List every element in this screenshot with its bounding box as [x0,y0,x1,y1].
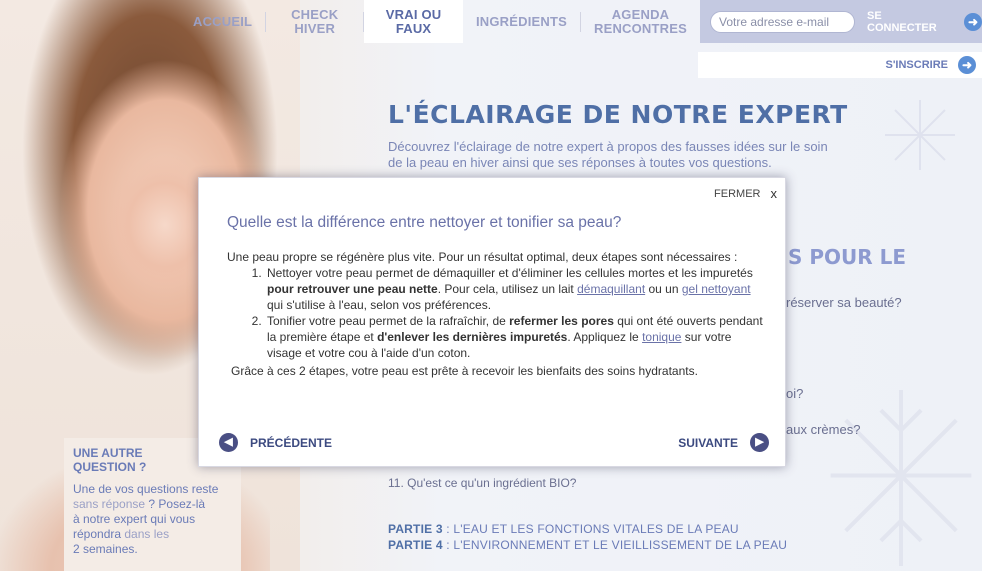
page-intro: Découvrez l'éclairage de notre expert à … [388,139,828,170]
email-input[interactable] [710,10,855,33]
part-3-link[interactable]: PARTIE 3 : L'EAU ET LES FONCTIONS VITALE… [388,522,739,536]
question-link-partial[interactable]: oi? [786,386,803,401]
part-4-text: : L'ENVIRONNEMENT ET LE VIEILLISSEMENT D… [442,538,788,552]
step1-bold: pour retrouver une peau nette [267,282,438,296]
arrow-right-icon: ▶ [750,433,769,452]
ask-line-3: à notre expert qui vous [73,512,196,526]
answer-step-2: Tonifier votre peau permet de la rafraîc… [265,313,767,361]
part-3-label: PARTIE 3 [388,522,443,536]
modal-navigation: ◀ PRÉCÉDENTE SUIVANTE ▶ [219,433,769,452]
register-link[interactable]: S'INSCRIRE [885,59,948,71]
nav-agenda-line1: AGENDA [611,6,670,22]
step2-bold-1: refermer les pores [509,314,614,328]
answer-intro: Une peau propre se régénère plus vite. P… [227,250,738,264]
ask-line-4-a: répondra [73,527,122,541]
step2-text-e: . Appliquez le [567,330,643,344]
question-link-partial[interactable]: aux crèmes? [786,422,860,437]
login-bar: SE CONNECTER ➜ [700,0,982,43]
nav-vrai-ou-faux[interactable]: VRAI OU FAUX [364,0,463,43]
step2-bold-2: d'enlever les dernières impuretés [377,330,568,344]
step1-text-e: qui s'utilise à l'eau, selon vos préfére… [267,298,492,312]
sans-reponse-link[interactable]: sans réponse [73,497,145,511]
step1-text-c: . Pour cela, utilisez un lait [437,282,578,296]
nav-accueil[interactable]: ACCUEIL [180,11,267,32]
nav-agenda-line2: RENCONTRES [593,20,687,36]
answer-step-1: Nettoyer votre peau permet de démaquille… [265,265,767,313]
snowflake-decoration-large [830,390,972,566]
answer-conclusion: Grâce à ces 2 étapes, votre peau est prê… [231,364,698,378]
part-3-text: : L'EAU ET LES FONCTIONS VITALES DE LA P… [442,522,739,536]
previous-label: PRÉCÉDENTE [250,435,333,450]
main-nav: ACCUEIL CHECK HIVER VRAI OU FAUX INGRÉDI… [180,0,700,43]
page-title: L'ÉCLAIRAGE DE NOTRE EXPERT [388,100,848,129]
demaquillant-link[interactable]: démaquillant [577,282,645,296]
ask-line-2-rest: ? Posez-là [145,497,206,511]
arrow-right-icon[interactable]: ➜ [964,12,982,31]
modal-answer: Une peau propre se régénère plus vite. P… [227,249,767,379]
ask-line-1: Une de vos questions reste [73,482,219,496]
section-heading-partial: S POUR LE [788,245,907,269]
arrow-right-icon[interactable]: ➜ [958,56,976,74]
nav-check-hiver[interactable]: CHECK HIVER [266,7,365,35]
part-4-link[interactable]: PARTIE 4 : L'ENVIRONNEMENT ET LE VIEILLI… [388,538,787,552]
gel-nettoyant-link[interactable]: gel nettoyant [682,282,751,296]
modal-close-button[interactable]: FERMER x [714,186,777,201]
step2-text-a: Tonifier votre peau permet de la rafraîc… [267,314,510,328]
login-button-label[interactable]: SE CONNECTER [867,10,954,34]
nav-vrai-ou-faux-line1: VRAI OU [385,6,442,22]
previous-button[interactable]: ◀ PRÉCÉDENTE [219,433,332,452]
modal-question: Quelle est la différence entre nettoyer … [227,214,622,231]
part-4-label: PARTIE 4 [388,538,443,552]
next-button[interactable]: SUIVANTE ▶ [678,433,769,452]
nav-agenda-rencontres[interactable]: AGENDA RENCONTRES [581,7,700,37]
nav-vrai-ou-faux-line2: FAUX [395,20,432,36]
next-label: SUIVANTE [678,435,738,450]
ask-line-2: sans réponse ? Posez-là [73,497,232,512]
step1-text-a: Nettoyer votre peau permet de démaquille… [267,266,753,280]
answer-steps: Nettoyer votre peau permet de démaquille… [265,265,767,361]
arrow-left-icon: ◀ [219,433,238,452]
ask-line-5: 2 semaines. [73,542,138,556]
close-label: FERMER [714,187,761,200]
ask-line-4: répondra dans les [73,527,232,542]
question-link-11[interactable]: 11. Qu'est ce qu'un ingrédient BIO? [388,476,576,490]
step1-text-d: ou un [645,282,682,296]
close-icon[interactable]: x [771,186,778,201]
main-content: L'ÉCLAIRAGE DE NOTRE EXPERT Découvrez l'… [388,100,948,171]
ask-line-4-b: dans les [121,527,170,541]
register-bar: S'INSCRIRE ➜ [698,52,982,78]
tonique-link[interactable]: tonique [642,330,681,344]
nav-ingredients[interactable]: INGRÉDIENTS [463,11,581,32]
ask-question-text: Une de vos questions reste sans réponse … [73,482,232,557]
answer-modal: FERMER x Quelle est la différence entre … [198,177,786,467]
question-link-partial[interactable]: réserver sa beauté? [786,295,902,310]
